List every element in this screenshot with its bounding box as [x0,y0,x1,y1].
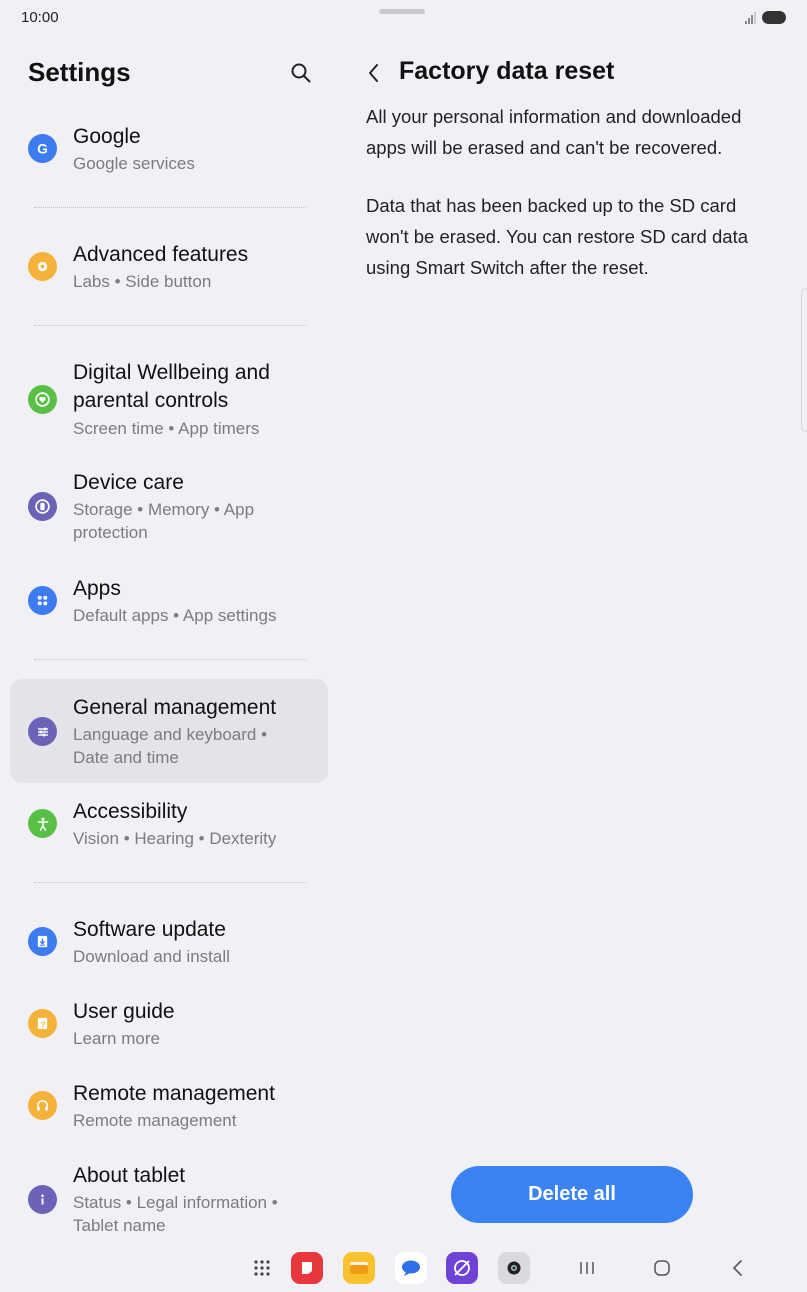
item-subtitle: Language and keyboard • [73,725,268,744]
settings-item-accessibility[interactable]: Accessibility Vision • Hearing • Dexteri… [10,789,328,859]
settings-item-advanced-features[interactable]: Advanced features Labs • Side button [10,232,328,302]
google-icon: G [28,134,57,163]
item-subtitle: Screen time • App timers [73,419,260,438]
item-title: User guide [73,1000,175,1023]
sd-card-note-text: Data that has been backed up to the SD c… [366,190,776,283]
headset-icon [28,1091,57,1120]
text-line: Data that has been backed up to the SD c… [366,195,737,216]
messages-icon[interactable] [395,1252,427,1284]
item-subtitle: Download and install [73,947,230,966]
search-button[interactable] [286,58,316,88]
settings-item-device-care[interactable]: Device care Storage • Memory • App prote… [10,460,328,552]
accessibility-icon [28,809,57,838]
software-update-icon [28,927,57,956]
svg-text:?: ? [40,1019,45,1029]
item-subtitle-line2: Tablet name [73,1216,166,1235]
internet-icon[interactable] [446,1252,478,1284]
gear-plus-icon [28,252,57,281]
text-line: won't be erased. You can restore SD card… [366,226,748,247]
back-nav-icon[interactable] [722,1252,754,1284]
item-subtitle: Google services [73,154,195,173]
item-title: Google [73,125,141,148]
factory-reset-pane: Factory data reset All your personal inf… [340,36,807,1246]
info-icon [28,1185,57,1214]
item-subtitle: Learn more [73,1029,160,1048]
user-guide-icon: ? [28,1009,57,1038]
item-subtitle: Storage • Memory • App [73,500,255,519]
settings-item-user-guide[interactable]: ? User guide Learn more [10,989,328,1059]
svg-text:G: G [37,140,48,156]
item-subtitle-line2: Date and time [73,748,179,767]
chevron-left-icon [369,64,378,82]
sliders-icon [28,717,57,746]
recents-icon[interactable] [571,1252,603,1284]
home-icon[interactable] [646,1252,678,1284]
item-title: Remote management [73,1082,275,1105]
status-time: 10:00 [21,9,59,26]
text-line: using Smart Switch after the reset. [366,257,649,278]
item-subtitle: Vision • Hearing • Dexterity [73,829,277,848]
settings-item-digital-wellbeing[interactable]: Digital Wellbeing and parental controls … [10,350,328,446]
text-line: All your personal information and downlo… [366,106,742,127]
settings-list-pane: Settings G Google Google services Advanc… [0,36,340,1246]
divider [34,882,306,883]
item-title: Digital Wellbeing and [73,361,270,384]
item-title: Software update [73,918,226,941]
my-files-icon[interactable] [343,1252,375,1284]
item-title: Advanced features [73,243,249,266]
wellbeing-heart-icon [28,385,57,414]
erase-warning-text: All your personal information and downlo… [366,101,776,163]
camera-icon[interactable] [498,1252,530,1284]
item-subtitle-line2: protection [73,523,148,542]
item-subtitle: Status • Legal information • [73,1193,278,1212]
status-bar: 10:00 [0,0,807,36]
edge-panel-handle[interactable] [801,288,807,432]
app-drawer-icon[interactable] [246,1252,278,1284]
top-handle [379,9,425,14]
settings-item-remote-management[interactable]: Remote management Remote management [10,1071,328,1141]
item-title: General management [73,696,277,719]
item-subtitle: Default apps • App settings [73,606,277,625]
notes-app-icon[interactable] [291,1252,323,1284]
taskbar [0,1246,807,1292]
settings-item-apps[interactable]: Apps Default apps • App settings [10,566,328,636]
item-subtitle: Remote management [73,1111,237,1130]
settings-item-software-update[interactable]: Software update Download and install [10,907,328,977]
divider [34,659,306,660]
back-button[interactable] [360,58,388,88]
item-subtitle: Labs • Side button [73,272,212,291]
divider [34,325,306,326]
page-title: Factory data reset [399,57,615,85]
search-icon [291,63,311,83]
battery-icon [762,11,786,24]
item-title: Accessibility [73,800,188,823]
device-care-icon [28,492,57,521]
signal-icon [745,12,756,24]
settings-item-general-management[interactable]: General management Language and keyboard… [10,679,328,783]
item-title-line2: parental controls [73,389,229,412]
item-title: Device care [73,471,184,494]
settings-item-about-tablet[interactable]: About tablet Status • Legal information … [10,1153,328,1245]
item-title: About tablet [73,1164,186,1187]
settings-title: Settings [28,57,131,87]
settings-item-google[interactable]: G Google Google services [10,114,328,184]
item-title: Apps [73,577,121,600]
divider [34,207,306,208]
text-line: apps will be erased and can't be recover… [366,137,723,158]
apps-grid-icon [28,586,57,615]
delete-all-button[interactable]: Delete all [451,1166,693,1223]
